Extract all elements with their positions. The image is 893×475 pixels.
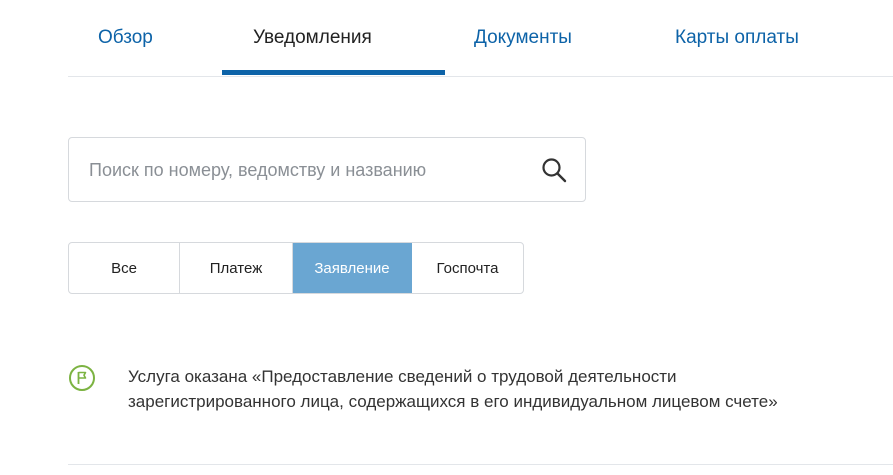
tab-bar: Обзор Уведомления Документы Карты оплаты — [68, 0, 893, 77]
notification-text: Услуга оказана «Предоставление сведений … — [128, 367, 778, 411]
flag-icon — [68, 364, 96, 392]
search-box — [68, 137, 586, 202]
notification-item[interactable]: Услуга оказана «Предоставление сведений … — [68, 362, 893, 465]
active-tab-indicator — [222, 70, 445, 75]
search-icon[interactable] — [541, 157, 567, 183]
search-input[interactable] — [89, 156, 529, 184]
tab-payment-cards[interactable]: Карты оплаты — [675, 26, 799, 50]
filter-application[interactable]: Заявление — [293, 243, 412, 293]
filter-all[interactable]: Все — [69, 243, 180, 293]
tab-notifications[interactable]: Уведомления — [253, 26, 372, 50]
filter-gospochta[interactable]: Госпочта — [412, 243, 523, 293]
filter-group: Все Платеж Заявление Госпочта — [68, 242, 524, 294]
filter-payment[interactable]: Платеж — [180, 243, 293, 293]
tab-documents[interactable]: Документы — [474, 26, 572, 50]
tab-overview[interactable]: Обзор — [98, 26, 153, 50]
